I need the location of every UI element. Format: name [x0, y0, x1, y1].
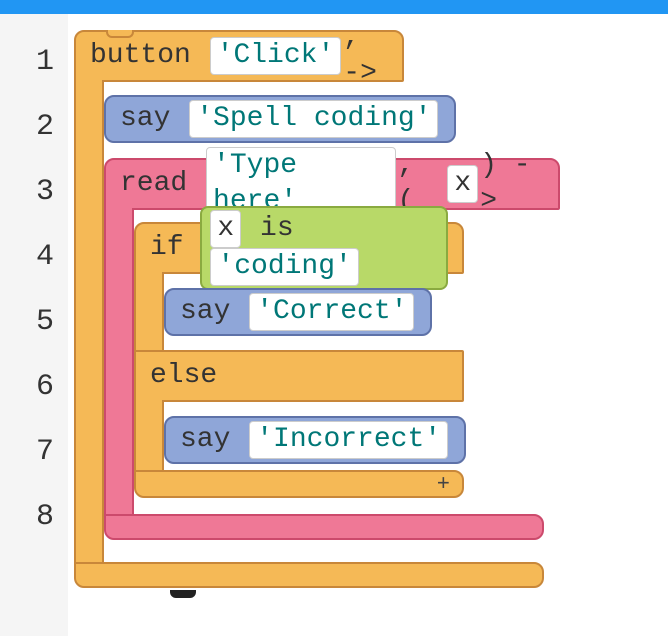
condition-block[interactable]: x is 'coding': [200, 206, 448, 291]
say-block[interactable]: say 'Spell coding': [104, 95, 456, 143]
line-number: 2: [0, 95, 68, 160]
say-block[interactable]: say 'Incorrect': [164, 416, 466, 464]
say-text[interactable]: 'Incorrect': [249, 421, 448, 459]
line-number: 7: [0, 420, 68, 485]
code-editor: 1 2 3 4 5 6 7 8 button 'Click' , ->: [0, 14, 668, 636]
cond-var[interactable]: x: [210, 210, 241, 248]
button-bottom-cap: [74, 562, 544, 588]
add-branch-button[interactable]: +: [136, 472, 462, 498]
keyword-say: say: [120, 101, 170, 137]
window-top-bar: [0, 0, 668, 14]
cond-val[interactable]: 'coding': [210, 248, 358, 286]
line-number: 8: [0, 485, 68, 550]
if-body-bar: [134, 272, 164, 352]
say-text[interactable]: 'Spell coding': [189, 100, 438, 138]
keyword-if: if: [150, 230, 184, 266]
button-body-bar: [74, 80, 104, 586]
button-label[interactable]: 'Click': [210, 37, 342, 75]
keyword-else: else: [150, 358, 217, 394]
keyword-button: button: [90, 38, 191, 74]
if-bottom-cap: +: [134, 470, 464, 498]
if-block[interactable]: if x is 'coding': [134, 222, 464, 274]
keyword-read: read: [120, 166, 187, 202]
button-block[interactable]: button 'Click' , ->: [74, 30, 404, 82]
read-bottom-cap: [104, 514, 544, 540]
keyword-say: say: [180, 422, 230, 458]
arrow: , ->: [343, 20, 388, 93]
keyword-say: say: [180, 294, 230, 330]
line-gutter: 1 2 3 4 5 6 7 8: [0, 14, 68, 636]
line-number: 6: [0, 355, 68, 420]
code-area[interactable]: button 'Click' , -> say 'Spell coding': [68, 14, 668, 636]
read-body-bar: [104, 208, 134, 538]
say-block[interactable]: say 'Correct': [164, 288, 432, 336]
else-block[interactable]: else: [134, 350, 464, 402]
line-number: 3: [0, 160, 68, 225]
read-block[interactable]: read 'Type here' , (x) ->: [104, 158, 560, 210]
cond-op: is: [243, 213, 293, 244]
read-var[interactable]: x: [447, 165, 478, 203]
stack-end-notch: [170, 590, 196, 598]
arrow: ) ->: [480, 148, 544, 221]
line-number: 4: [0, 225, 68, 290]
line-number: 1: [0, 30, 68, 95]
say-text[interactable]: 'Correct': [249, 293, 414, 331]
line-number: 5: [0, 290, 68, 355]
